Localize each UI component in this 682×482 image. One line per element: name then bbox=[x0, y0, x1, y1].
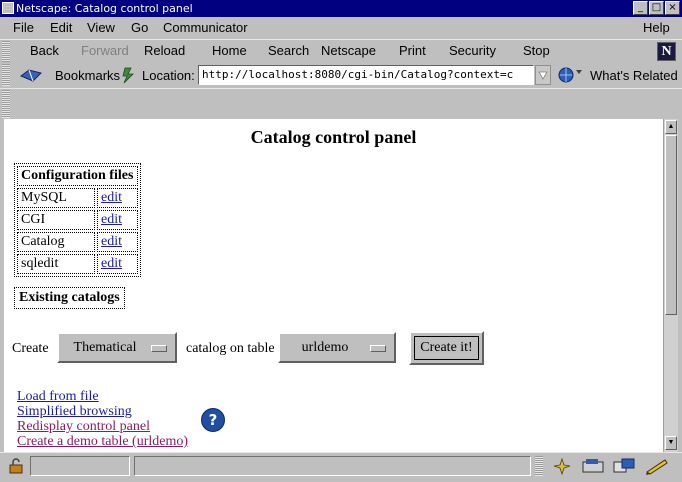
status-message-field bbox=[134, 456, 531, 476]
page-content: Catalog control panel Configuration file… bbox=[4, 119, 663, 452]
location-grip[interactable] bbox=[2, 64, 10, 86]
edit-mysql-link[interactable]: edit bbox=[101, 190, 122, 205]
create-demo-table-link[interactable]: Create a demo table (urldemo) bbox=[17, 434, 188, 449]
personal-toolbar-grip[interactable] bbox=[2, 90, 10, 118]
catalog-type-select[interactable]: Thematical bbox=[57, 332, 177, 363]
url-dropdown-button[interactable] bbox=[535, 65, 551, 85]
location-page-icon[interactable] bbox=[120, 66, 136, 84]
edit-sqledit-link[interactable]: edit bbox=[101, 256, 122, 271]
action-links: Load from file Simplified browsing Redis… bbox=[17, 389, 188, 449]
maximize-button[interactable]: □ bbox=[649, 1, 664, 15]
config-name: MySQL bbox=[17, 188, 95, 208]
existing-catalogs-header: Existing catalogs bbox=[14, 287, 125, 309]
create-catalog-form: Create Thematical catalog on table urlde… bbox=[12, 331, 652, 365]
menu-go[interactable]: Go bbox=[131, 20, 148, 35]
whats-related-icon[interactable] bbox=[556, 66, 584, 84]
scroll-up-icon[interactable]: ▲ bbox=[665, 120, 677, 134]
location-label: Location: bbox=[142, 68, 195, 83]
location-toolbar: Bookmarks Location: http://localhost:808… bbox=[0, 63, 682, 88]
scroll-thumb[interactable] bbox=[665, 135, 677, 315]
create-it-button[interactable]: Create it! bbox=[409, 331, 484, 365]
table-name-value: urldemo bbox=[301, 340, 349, 355]
menu-edit[interactable]: Edit bbox=[50, 20, 72, 35]
security-button[interactable]: Security bbox=[449, 43, 496, 58]
table-name-select[interactable]: urldemo bbox=[278, 332, 396, 363]
stop-button[interactable]: Stop bbox=[523, 43, 550, 58]
help-icon[interactable]: ? bbox=[201, 408, 225, 432]
simplified-browsing-link[interactable]: Simplified browsing bbox=[17, 404, 188, 419]
table-row: Catalog edit bbox=[17, 232, 138, 252]
bookmarks-label[interactable]: Bookmarks bbox=[55, 68, 120, 83]
edit-catalog-link[interactable]: edit bbox=[101, 234, 122, 249]
progress-bar bbox=[30, 456, 130, 476]
netscape-logo-icon: N bbox=[657, 42, 676, 61]
forward-button[interactable]: Forward bbox=[81, 43, 129, 58]
search-button[interactable]: Search bbox=[268, 43, 309, 58]
personal-toolbar bbox=[0, 88, 682, 119]
print-button[interactable]: Print bbox=[399, 43, 426, 58]
url-input[interactable]: http://localhost:8080/cgi-bin/Catalog?co… bbox=[198, 65, 534, 85]
scroll-down-icon[interactable]: ▼ bbox=[665, 436, 677, 450]
create-it-label: Create it! bbox=[414, 336, 479, 360]
composer-icon[interactable] bbox=[645, 457, 669, 475]
config-name: CGI bbox=[17, 210, 95, 230]
bookmarks-icon[interactable] bbox=[19, 67, 45, 83]
minimize-button[interactable]: _ bbox=[633, 1, 648, 15]
option-menu-indicator-icon bbox=[151, 345, 167, 352]
redisplay-control-panel-link[interactable]: Redisplay control panel bbox=[17, 419, 188, 434]
configuration-files-table: Configuration files MySQL edit CGI edit … bbox=[14, 163, 141, 277]
discussion-groups-icon[interactable] bbox=[613, 457, 637, 475]
mailbox-icon[interactable] bbox=[582, 458, 606, 474]
reload-button[interactable]: Reload bbox=[144, 43, 185, 58]
navigation-toolbar: Back Forward Reload Home Search Netscape… bbox=[0, 39, 682, 63]
navigator-icon[interactable] bbox=[552, 457, 572, 475]
page-title: Catalog control panel bbox=[250, 127, 417, 147]
vertical-scrollbar[interactable]: ▲ ▼ bbox=[663, 119, 678, 452]
table-row: MySQL edit bbox=[17, 188, 138, 208]
table-row: CGI edit bbox=[17, 210, 138, 230]
status-bar bbox=[0, 452, 682, 482]
load-from-file-link[interactable]: Load from file bbox=[17, 389, 188, 404]
close-button[interactable]: × bbox=[665, 1, 680, 15]
config-name: Catalog bbox=[17, 232, 95, 252]
back-button[interactable]: Back bbox=[30, 43, 59, 58]
configuration-files-header: Configuration files bbox=[17, 166, 138, 186]
window-title: Netscape: Catalog control panel bbox=[16, 2, 193, 15]
catalog-on-table-label: catalog on table bbox=[186, 341, 275, 356]
menu-help[interactable]: Help bbox=[643, 20, 670, 35]
component-bar-grip[interactable] bbox=[535, 456, 543, 476]
home-button[interactable]: Home bbox=[212, 43, 247, 58]
menu-file[interactable]: File bbox=[13, 20, 34, 35]
edit-cgi-link[interactable]: edit bbox=[101, 212, 122, 227]
menu-communicator[interactable]: Communicator bbox=[163, 20, 248, 35]
config-name: sqledit bbox=[17, 254, 95, 274]
netscape-button[interactable]: Netscape bbox=[321, 43, 376, 58]
table-row: sqledit edit bbox=[17, 254, 138, 274]
catalog-type-value: Thematical bbox=[73, 340, 137, 355]
create-label: Create bbox=[12, 341, 49, 356]
window-title-bar: Netscape: Catalog control panel _ □ × bbox=[0, 0, 682, 17]
option-menu-indicator-icon bbox=[370, 345, 386, 352]
security-lock-icon[interactable] bbox=[7, 458, 25, 474]
menu-bar: File Edit View Go Communicator Help bbox=[0, 17, 682, 39]
chevron-down-icon bbox=[538, 71, 548, 80]
whats-related-label[interactable]: What's Related bbox=[590, 68, 678, 83]
window-menu-icon[interactable] bbox=[2, 2, 14, 14]
toolbar-grip[interactable] bbox=[2, 41, 10, 62]
menu-view[interactable]: View bbox=[87, 20, 115, 35]
